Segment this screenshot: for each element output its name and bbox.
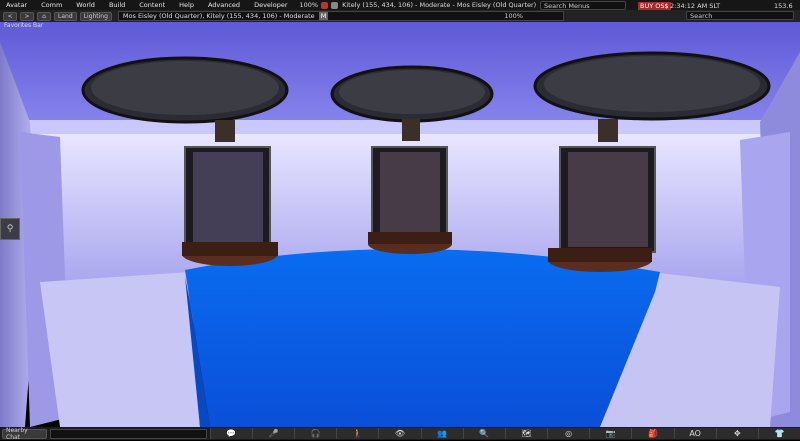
favorites-bar[interactable]: Favorites Bar — [0, 22, 800, 30]
people-icon[interactable]: 👥 — [420, 428, 463, 439]
search-icon[interactable]: 🔍 — [462, 428, 505, 439]
ao-button[interactable]: AO — [673, 428, 716, 439]
location-text: Mos Eisley (Old Quarter), Kitely (155, 4… — [122, 12, 315, 20]
menubar-zoom: 100% — [299, 1, 319, 9]
menu-build[interactable]: Build — [103, 1, 133, 9]
navbar-zoom: 100% — [504, 12, 523, 20]
walk-icon[interactable]: 🚶 — [336, 428, 379, 439]
lighting-button[interactable]: Lighting — [79, 11, 112, 21]
navigation-bar: < > ⌂ Land Lighting Mos Eisley (Old Quar… — [0, 10, 800, 22]
nearby-chat-button[interactable]: Nearby Chat — [2, 427, 47, 441]
settings-icon — [331, 1, 339, 9]
chat-icon[interactable]: 💬 — [209, 428, 252, 439]
forward-button[interactable]: > — [20, 11, 34, 21]
search-menus-input[interactable]: Search Menus — [540, 1, 626, 10]
heart-icon — [321, 1, 329, 9]
eye-icon[interactable]: 👁 — [378, 428, 421, 439]
chat-input[interactable] — [49, 428, 207, 439]
headphones-icon[interactable]: 🎧 — [294, 428, 337, 439]
search-input[interactable]: Search — [686, 11, 794, 20]
menu-avatar[interactable]: Avatar — [0, 1, 35, 9]
appearance-icon[interactable]: 👕 — [757, 428, 800, 439]
menu-advanced[interactable]: Advanced — [202, 1, 248, 9]
menu-bar: Avatar Comm World Build Content Help Adv… — [0, 0, 800, 10]
menu-world[interactable]: World — [70, 1, 103, 9]
buy-currency-button[interactable]: BUY OS$ — [638, 2, 671, 10]
maturity-badge: M — [318, 12, 329, 20]
home-button[interactable]: ⌂ — [37, 11, 51, 21]
fps-counter: 153.6 — [774, 2, 793, 10]
menu-developer[interactable]: Developer — [248, 1, 295, 9]
location-input[interactable]: Mos Eisley (Old Quarter), Kitely (155, 4… — [117, 11, 564, 21]
location-pin-button[interactable]: ⚲ — [0, 218, 20, 240]
menu-help[interactable]: Help — [173, 1, 202, 9]
bottom-toolbar: Nearby Chat 💬 🎤 🎧 🚶 👁 👥 🔍 🗺 ◎ 📷 🎒 AO ✥ 👕 — [0, 427, 800, 441]
map-icon[interactable]: 🗺 — [504, 428, 548, 439]
menu-content[interactable]: Content — [133, 1, 173, 9]
menu-comm[interactable]: Comm — [35, 1, 70, 9]
land-button[interactable]: Land — [54, 11, 77, 21]
inventory-icon[interactable]: 🎒 — [631, 428, 674, 439]
parcel-info[interactable]: Kitely (155, 434, 106) - Moderate - Mos … — [342, 1, 536, 9]
back-button[interactable]: < — [3, 11, 17, 21]
minimap-icon[interactable]: ◎ — [547, 428, 590, 439]
viewport-3d-scene[interactable]: ⚲ — [0, 22, 800, 427]
clock: 2:34:12 AM SLT — [670, 2, 721, 10]
compass-icon[interactable]: ✥ — [715, 428, 758, 439]
microphone-icon[interactable]: 🎤 — [251, 428, 295, 439]
camera-icon[interactable]: 📷 — [589, 428, 632, 439]
